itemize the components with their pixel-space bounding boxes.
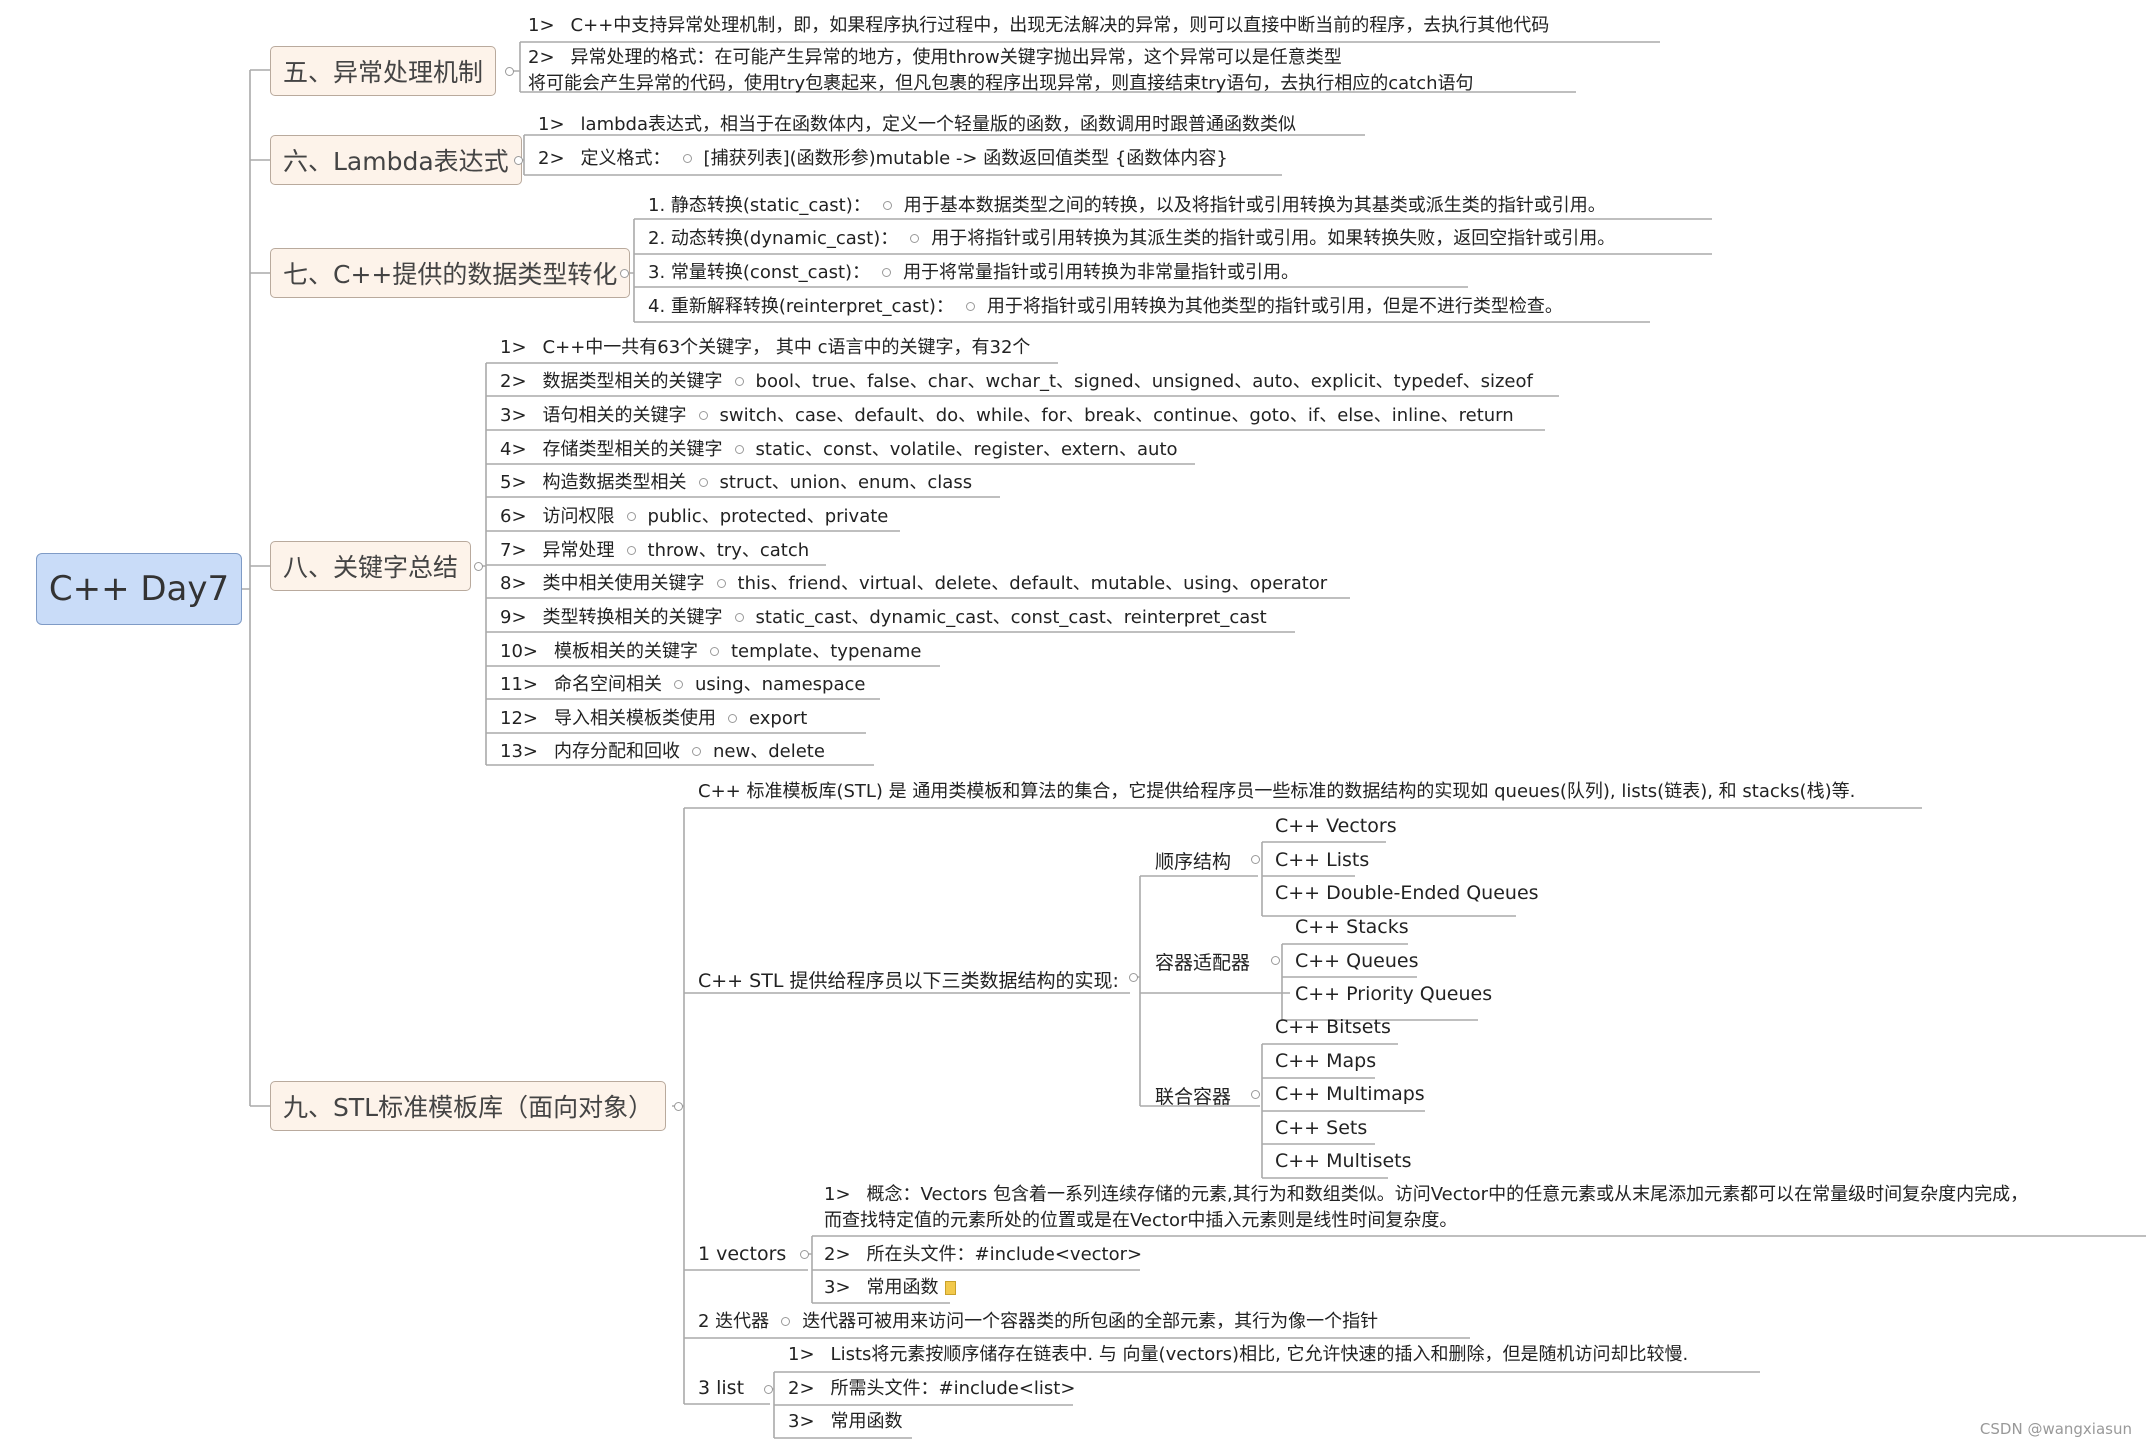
collapse-toggle-icon[interactable] [800, 1250, 809, 1259]
topic-type-conversion[interactable]: 七、C++提供的数据类型转化 [270, 248, 631, 298]
list-item: C++ Maps [1275, 1050, 1377, 1072]
collapse-toggle-icon[interactable] [474, 562, 483, 571]
list-item: C++ Vectors [1275, 815, 1397, 837]
list-item: C++ Multimaps [1275, 1083, 1425, 1105]
collapse-toggle-icon[interactable] [710, 646, 719, 656]
group-adapters: 容器适配器 [1155, 952, 1251, 974]
list-node: 3 list [698, 1377, 745, 1399]
list-item: 1> lambda表达式，相当于在函数体内，定义一个轻量版的函数，函数调用时跟普通… [538, 114, 1296, 135]
collapse-toggle-icon[interactable] [682, 153, 692, 163]
stl-intro: C++ 标准模板库(STL) 是 通用类模板和算法的集合，它提供给程序员一些标准… [698, 781, 1856, 802]
topic-label: 五、异常处理机制 [283, 58, 484, 87]
list-item: 3> 语句相关的关键字 switch、case、default、do、while、f… [500, 405, 1514, 426]
list-item: 2> 异常处理的格式：在可能产生异常的地方，使用throw关键字抛出异常，这个异常… [528, 47, 1342, 68]
collapse-toggle-icon[interactable] [698, 477, 708, 487]
collapse-toggle-icon[interactable] [626, 545, 636, 555]
collapse-toggle-icon[interactable] [716, 578, 726, 588]
list-item: 5> 构造数据类型相关 struct、union、enum、class [500, 472, 973, 493]
list-item: 13> 内存分配和回收 new、delete [500, 741, 825, 762]
collapse-toggle-icon[interactable] [514, 156, 523, 165]
collapse-toggle-icon[interactable] [882, 267, 892, 277]
list-item: 2> 所在头文件：#include<vector> [824, 1244, 1143, 1265]
collapse-toggle-icon[interactable] [692, 746, 701, 756]
list-item: C++ Queues [1295, 950, 1419, 972]
list-item: 4> 存储类型相关的关键字 static、const、volatile、regist… [500, 439, 1178, 460]
list-item: 2> 所需头文件：#include<list> [788, 1378, 1076, 1399]
topic-keywords[interactable]: 八、关键字总结 [270, 541, 472, 591]
list-item: C++ Multisets [1275, 1150, 1412, 1172]
stl-structures-label: C++ STL 提供给程序员以下三类数据结构的实现: [698, 970, 1119, 992]
list-item: 8> 类中相关使用关键字 this、friend、virtual、delete、de… [500, 573, 1328, 594]
collapse-toggle-icon[interactable] [882, 200, 892, 210]
watermark: CSDN @wangxiasun [1979, 1420, 2132, 1438]
collapse-toggle-icon[interactable] [965, 301, 975, 311]
topic-stl[interactable]: 九、STL标准模板库（面向对象） [270, 1081, 667, 1131]
list-item: 9> 类型转换相关的关键字 static_cast、dynamic_cast、con… [500, 607, 1267, 628]
topic-label: 七、C++提供的数据类型转化 [283, 260, 618, 289]
list-item: 2> 定义格式： [捕获列表](函数形参)mutable -> 函数返回值类型 {函… [538, 148, 1228, 169]
list-item: 11> 命名空间相关 using、namespace [500, 674, 866, 695]
topic-label: 九、STL标准模板库（面向对象） [283, 1093, 654, 1122]
topic-label: 八、关键字总结 [283, 553, 459, 582]
list-item-continuation: 将可能会产生异常的代码，使用try包裹起来，但凡包裹的程序出现异常，则直接结束t… [528, 73, 1474, 94]
list-item: 3. 常量转换(const_cast)： 用于将常量指针或引用转换为非常量指针或引… [648, 262, 1300, 283]
list-item: 1. 静态转换(static_cast)： 用于基本数据类型之间的转换，以及将指针… [648, 195, 1606, 216]
list-item: 2. 动态转换(dynamic_cast)： 用于将指针或引用转换为其派生类的指针… [648, 228, 1616, 249]
note-icon[interactable] [944, 1281, 956, 1295]
list-item: 1> C++中支持异常处理机制，即，如果程序执行过程中，出现无法解决的异常，则可以… [528, 15, 1550, 36]
collapse-toggle-icon[interactable] [781, 1316, 791, 1326]
collapse-toggle-icon[interactable] [734, 612, 744, 622]
collapse-toggle-icon[interactable] [1271, 956, 1280, 965]
list-item: 1> C++中一共有63个关键字， 其中 c语言中的关键字，有32个 [500, 337, 1031, 358]
list-item: C++ Lists [1275, 849, 1370, 871]
list-item: C++ Priority Queues [1295, 983, 1493, 1005]
list-item: 1> 概念：Vectors 包含着一系列连续存储的元素,其行为和数组类似。访问Ve… [824, 1184, 2029, 1205]
topic-label: 六、Lambda表达式 [283, 147, 509, 176]
list-item-continuation: 而查找特定值的元素所处的位置或是在Vector中插入元素则是线性时间复杂度。 [824, 1210, 1458, 1231]
collapse-toggle-icon[interactable] [505, 67, 514, 76]
collapse-toggle-icon[interactable] [674, 1102, 683, 1111]
list-item: C++ Double-Ended Queues [1275, 882, 1539, 904]
collapse-toggle-icon[interactable] [698, 410, 708, 420]
vectors-node: 1 vectors [698, 1243, 787, 1265]
collapse-toggle-icon[interactable] [764, 1385, 773, 1394]
list-item: C++ Bitsets [1275, 1016, 1391, 1038]
list-item: 6> 访问权限 public、protected、private [500, 506, 889, 527]
topic-exception-handling[interactable]: 五、异常处理机制 [270, 46, 497, 96]
collapse-toggle-icon[interactable] [734, 376, 744, 386]
topic-lambda[interactable]: 六、Lambda表达式 [270, 135, 522, 185]
list-item: 2> 数据类型相关的关键字 bool、true、false、char、wchar_t… [500, 371, 1533, 392]
collapse-toggle-icon[interactable] [728, 713, 737, 723]
collapse-toggle-icon[interactable] [1251, 855, 1260, 864]
collapse-toggle-icon[interactable] [910, 233, 920, 243]
list-item: C++ Stacks [1295, 916, 1409, 938]
list-item: 10> 模板相关的关键字 template、typename [500, 641, 922, 662]
collapse-toggle-icon[interactable] [626, 511, 636, 521]
list-item: 3> 常用函数 [824, 1277, 956, 1299]
collapse-toggle-icon[interactable] [1251, 1090, 1260, 1099]
collapse-toggle-icon[interactable] [1129, 973, 1138, 982]
group-sequential: 顺序结构 [1155, 851, 1232, 873]
list-item: 4. 重新解释转换(reinterpret_cast)： 用于将指针或引用转换为其… [648, 296, 1563, 317]
list-item: 12> 导入相关模板类使用 export [500, 708, 808, 729]
iterator-node: 2 迭代器 迭代器可被用来访问一个容器类的所包函的全部元素，其行为像一个指针 [698, 1311, 1379, 1332]
collapse-toggle-icon[interactable] [674, 679, 683, 689]
list-item: 7> 异常处理 throw、try、catch [500, 540, 810, 561]
root-node[interactable]: C++ Day7 [36, 553, 242, 625]
root-label: C++ Day7 [48, 569, 230, 609]
list-item: C++ Sets [1275, 1117, 1368, 1139]
collapse-toggle-icon[interactable] [734, 444, 744, 454]
list-item: 3> 常用函数 [788, 1411, 903, 1432]
group-associative: 联合容器 [1155, 1086, 1232, 1108]
collapse-toggle-icon[interactable] [620, 269, 629, 278]
list-item: 1> Lists将元素按顺序储存在链表中. 与 向量(vectors)相比, 它允… [788, 1344, 1689, 1365]
